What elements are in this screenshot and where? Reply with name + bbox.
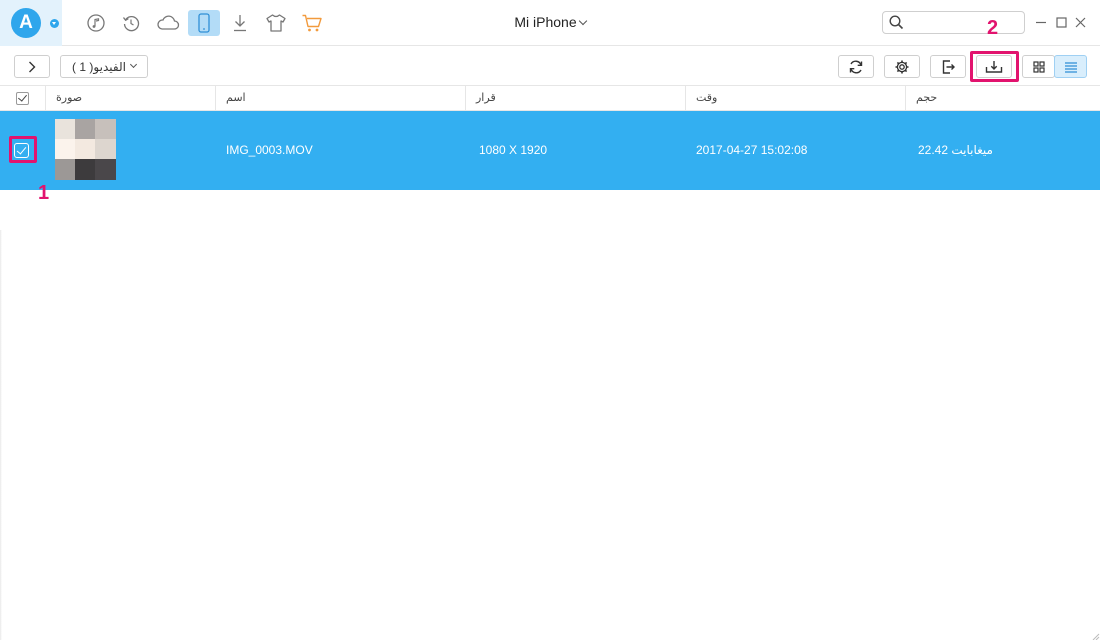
step1-label: 1 (38, 182, 50, 204)
resize-grip-icon[interactable] (1088, 628, 1100, 640)
forward-button[interactable] (14, 55, 50, 78)
row-checkbox[interactable] (14, 143, 29, 158)
device-selector[interactable]: Mi iPhone (500, 14, 600, 30)
device-name: Mi iPhone (514, 14, 577, 30)
table-row[interactable]: IMG_0003.MOV 1080 X 1920 2017-04-27 15:0… (0, 111, 1100, 190)
column-header-thumbnail[interactable]: صورة (45, 86, 215, 111)
list-view-button[interactable] (1054, 55, 1087, 78)
panel-edge (0, 230, 2, 640)
tshirt-icon[interactable] (260, 10, 292, 36)
app-logo[interactable]: A (0, 0, 62, 46)
grid-view-button[interactable] (1022, 55, 1055, 78)
phone-icon[interactable] (188, 10, 220, 36)
export-to-pc-button[interactable] (976, 55, 1012, 78)
title-bar: A Mi iPhone (0, 0, 1100, 46)
maximize-button[interactable] (1054, 14, 1068, 30)
refresh-button[interactable] (838, 55, 874, 78)
gear-icon (895, 60, 909, 73)
video-thumbnail (55, 119, 116, 180)
cart-icon[interactable] (296, 10, 328, 36)
cloud-icon[interactable] (152, 10, 184, 36)
search-icon (889, 15, 904, 35)
category-dropdown[interactable]: الفيديو( 1 ) (60, 55, 148, 78)
app-logo-icon: A (11, 8, 41, 38)
export-to-pc-icon (985, 60, 1003, 73)
column-header-resolution[interactable]: قرار (465, 86, 685, 111)
chevron-down-icon (578, 16, 587, 26)
download-icon[interactable] (224, 10, 256, 36)
close-button[interactable] (1073, 14, 1087, 30)
cell-time: 2017-04-27 15:02:08 (696, 143, 808, 157)
chevron-down-icon (129, 60, 137, 69)
music-icon[interactable] (80, 10, 112, 36)
minimize-button[interactable] (1034, 14, 1048, 30)
column-header-time[interactable]: وقت (685, 86, 905, 111)
cell-resolution: 1080 X 1920 (479, 143, 548, 157)
export-to-device-icon (942, 59, 955, 74)
restore-icon[interactable] (115, 10, 147, 36)
cell-name: IMG_0003.MOV (226, 143, 313, 157)
cell-size: ميغابايت 22.42 (918, 143, 993, 157)
select-all-checkbox[interactable] (16, 92, 29, 105)
chevron-right-icon (29, 61, 36, 72)
settings-button[interactable] (884, 55, 920, 78)
export-to-device-button[interactable] (930, 55, 966, 78)
toolbar: الفيديو( 1 ) (0, 46, 1100, 86)
category-label: الفيديو( 1 ) (72, 59, 126, 74)
menu-dropdown-icon[interactable] (50, 19, 59, 28)
search-box[interactable] (882, 11, 1025, 34)
step2-label: 2 (987, 17, 999, 39)
refresh-icon (849, 60, 863, 73)
grid-view-icon (1032, 60, 1045, 73)
list-view-icon (1064, 61, 1077, 73)
column-header-size[interactable]: حجم (905, 86, 1100, 111)
table-header: صورة اسم قرار وقت حجم (0, 86, 1100, 111)
column-header-name[interactable]: اسم (215, 86, 465, 111)
search-input[interactable] (907, 14, 1019, 31)
